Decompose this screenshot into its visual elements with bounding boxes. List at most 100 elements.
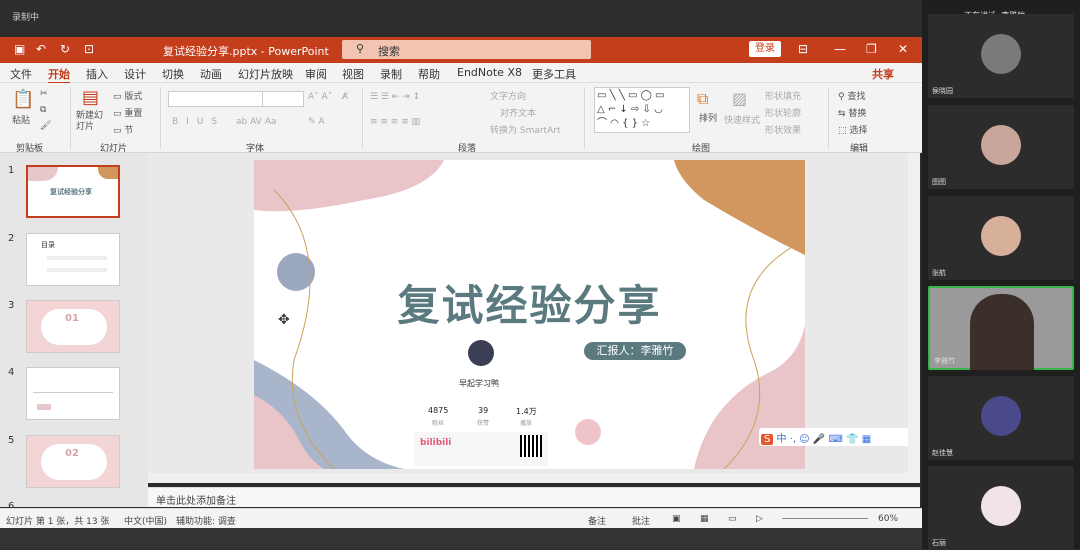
highlight-icon[interactable]: ✎ A	[308, 117, 325, 127]
align-text-button[interactable]: 对齐文本	[500, 106, 536, 119]
quick-styles-button[interactable]: 快速样式	[724, 113, 760, 126]
participant-name: 李雅竹	[934, 357, 955, 365]
recording-label: 录制中	[12, 13, 40, 23]
tab-animations[interactable]: 动画	[200, 66, 222, 82]
search-icon: ⚲	[356, 42, 365, 55]
layout-button[interactable]: ▭ 版式	[113, 89, 142, 102]
copy-icon[interactable]: ⧉	[40, 105, 46, 115]
stat-value: 1.4万	[516, 407, 537, 416]
clear-format-icon[interactable]: A̸	[342, 92, 348, 102]
slide-thumbnail-pane: 1 复试经验分享 2 目录 3 01 4 5 02 6	[0, 153, 148, 512]
tab-help[interactable]: 帮助	[418, 66, 440, 82]
replace-button[interactable]: ⇆ 替换	[838, 106, 866, 119]
ribbon-display-icon[interactable]: ⊟	[798, 42, 808, 56]
move-cursor-icon: ✥	[278, 312, 290, 328]
normal-view-icon[interactable]: ▣	[672, 514, 681, 524]
paste-button[interactable]: 粘贴	[12, 113, 30, 126]
paste-icon[interactable]: 📋	[12, 89, 34, 110]
tab-design[interactable]: 设计	[124, 66, 146, 82]
shape-fill-button[interactable]: 形状填充	[765, 89, 801, 102]
text-direction-button[interactable]: 文字方向	[490, 89, 526, 102]
accessibility-status[interactable]: 辅助功能: 调查	[176, 514, 236, 527]
tab-slideshow[interactable]: 幻灯片放映	[238, 66, 293, 82]
ime-logo-icon: S	[761, 434, 774, 445]
char-spacing-icon[interactable]: ab AV Aa	[236, 117, 276, 127]
login-button[interactable]: 登录	[749, 41, 781, 57]
font-size-select[interactable]	[262, 91, 304, 107]
document-title: 复试经验分享.pptx - PowerPoint	[163, 45, 329, 58]
zoom-slider[interactable]	[782, 518, 868, 519]
present-icon[interactable]: ⊡	[84, 42, 94, 56]
participant-tile[interactable]: 赵佳慧	[928, 376, 1074, 460]
tab-endnote[interactable]: EndNote X8	[457, 66, 522, 79]
section-button[interactable]: ▭ 节	[113, 123, 133, 136]
tab-insert[interactable]: 插入	[86, 66, 108, 82]
find-button[interactable]: ⚲ 查找	[838, 89, 865, 102]
slide-thumb-4[interactable]	[26, 367, 120, 420]
avatar	[981, 34, 1021, 74]
slide-thumb-5[interactable]: 02	[26, 435, 120, 488]
tab-view[interactable]: 视图	[342, 66, 364, 82]
font-style-icons[interactable]: BIUS	[172, 117, 225, 127]
participant-tile[interactable]: 侯晓园	[928, 14, 1074, 98]
tab-review[interactable]: 审阅	[305, 66, 327, 82]
vertical-scrollbar[interactable]	[908, 153, 920, 483]
minimize-icon[interactable]: —	[834, 42, 846, 56]
slide-thumb-1[interactable]: 复试经验分享	[26, 165, 120, 218]
cut-icon[interactable]: ✂	[40, 89, 48, 99]
format-painter-icon[interactable]: 🖌	[40, 121, 51, 131]
tab-more-tools[interactable]: 更多工具	[532, 66, 576, 82]
new-slide-button[interactable]: 新建幻灯片	[76, 111, 106, 133]
account-avatar	[468, 340, 494, 366]
search-input[interactable]: ⚲ 搜索	[342, 40, 591, 59]
language[interactable]: 中文(中国)	[124, 514, 167, 527]
reset-button[interactable]: ▭ 重置	[113, 106, 142, 119]
participant-tile[interactable]: 石丽	[928, 466, 1074, 550]
shape-effects-button[interactable]: 形状效果	[765, 123, 801, 136]
reading-view-icon[interactable]: ▭	[728, 514, 737, 524]
menu-bar: 文件 开始 插入 设计 切换 动画 幻灯片放映 审阅 视图 录制 帮助 EndN…	[0, 63, 922, 84]
slide-number: 5	[8, 435, 15, 446]
horizontal-scrollbar[interactable]	[148, 473, 908, 483]
stat-label: 粉丝	[432, 420, 445, 427]
ime-toolbar[interactable]: S 中 ·, ☺ 🎤 ⌨ 👕 ▦	[759, 428, 919, 446]
smartart-button[interactable]: 转换为 SmartArt	[490, 123, 560, 136]
redo-icon[interactable]: ↻	[60, 42, 70, 56]
arrange-button[interactable]: 排列	[699, 111, 717, 124]
participant-name: 侯晓园	[932, 87, 953, 95]
notes-button[interactable]: 备注	[588, 514, 606, 527]
align-icons[interactable]: ≡ ≡ ≡ ≡ ▥	[370, 117, 420, 127]
save-icon[interactable]: ▣	[14, 42, 25, 56]
grow-font-icon[interactable]: A˄ A˅	[308, 92, 332, 102]
quick-styles-icon[interactable]: ▨	[732, 89, 747, 108]
shape-outline-button[interactable]: 形状轮廓	[765, 106, 801, 119]
slide-thumb-3[interactable]: 01	[26, 300, 120, 353]
undo-icon[interactable]: ↶	[36, 42, 46, 56]
slideshow-view-icon[interactable]: ▷	[756, 514, 763, 524]
slide-info: 幻灯片 第 1 张，共 13 张	[6, 517, 110, 527]
restore-icon[interactable]: ❐	[866, 42, 877, 56]
tab-transitions[interactable]: 切换	[162, 66, 184, 82]
participant-tile[interactable]: 张航	[928, 196, 1074, 280]
tab-file[interactable]: 文件	[10, 66, 32, 82]
sorter-view-icon[interactable]: ▦	[700, 514, 709, 524]
zoom-level[interactable]: 60%	[878, 514, 898, 524]
current-slide[interactable]: 复试经验分享 汇报人：李雅竹 早起学习鸭 4875 粉丝 39 获赞 1.4万 …	[254, 160, 805, 469]
participant-video-tile[interactable]: 李雅竹	[928, 286, 1074, 370]
close-icon[interactable]: ✕	[898, 42, 908, 56]
comments-button[interactable]: 批注	[632, 514, 650, 527]
slide-thumb-2[interactable]: 目录	[26, 233, 120, 286]
qr-code-icon	[520, 435, 542, 457]
shapes-gallery[interactable]: ▭ ╲ ╲ ▭ ◯ ▭ △ ⌐ ↓ ⇨ ⇩ ◡ ⌒ ◠ { } ☆	[594, 87, 690, 133]
tab-record[interactable]: 录制	[380, 66, 402, 82]
bullets-icon[interactable]: ☰ ☰ ⇤ ⇥ ↕	[370, 92, 420, 102]
participant-tile[interactable]: 图图	[928, 105, 1074, 189]
share-button[interactable]: 共享	[872, 66, 894, 82]
arrange-icon[interactable]: ⧉	[697, 89, 708, 109]
select-button[interactable]: ⬚ 选择	[838, 123, 867, 136]
new-slide-icon[interactable]: ▤	[82, 87, 99, 108]
avatar	[981, 396, 1021, 436]
slide-number: 1	[8, 165, 15, 176]
notes-pane[interactable]: 单击此处添加备注	[148, 487, 920, 507]
tab-home[interactable]: 开始	[48, 66, 70, 84]
